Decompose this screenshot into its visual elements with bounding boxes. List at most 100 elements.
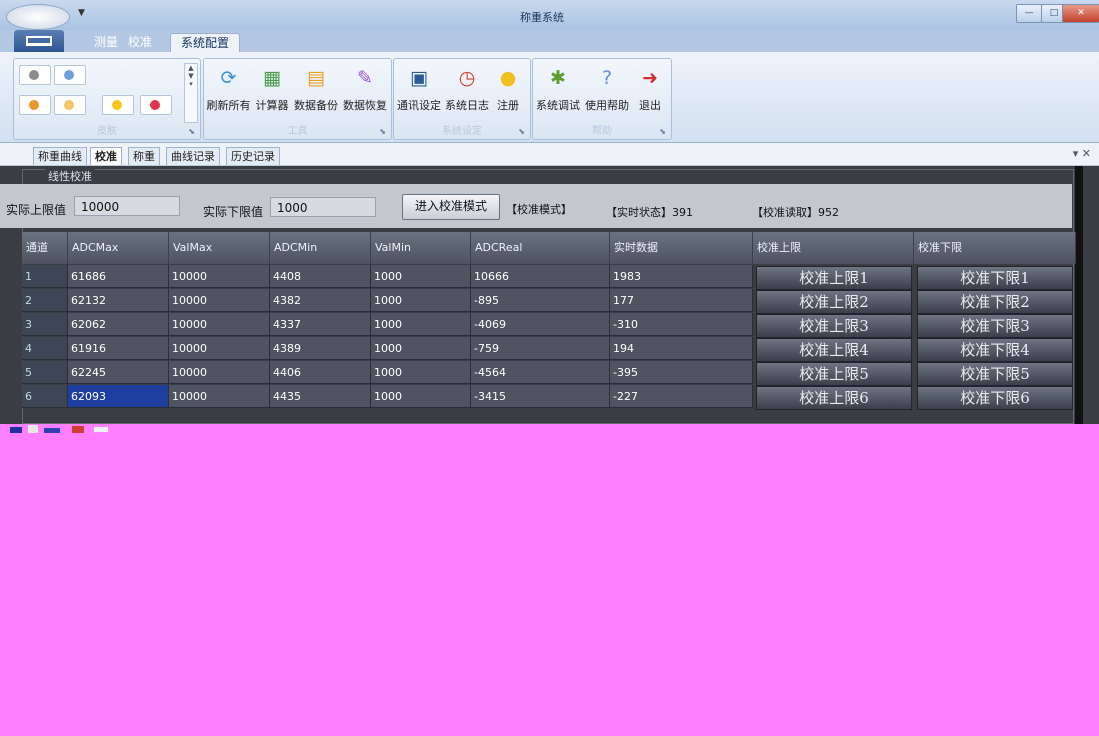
- calibrate-upper-button[interactable]: 校准上限3: [756, 314, 912, 338]
- calibrate-lower-button[interactable]: 校准下限4: [917, 338, 1073, 362]
- file-menu-button[interactable]: [14, 30, 64, 52]
- cell-adcmax[interactable]: 62132: [68, 289, 169, 312]
- ribbon-tab-system-config[interactable]: 系统配置: [170, 33, 241, 53]
- cell-valmin[interactable]: 1000: [371, 361, 471, 384]
- refresh-all-button[interactable]: ⟳ 刷新所有: [206, 65, 251, 119]
- doc-tab-weighing[interactable]: 称重: [128, 147, 160, 165]
- cell-adcmin[interactable]: 4337: [270, 313, 371, 336]
- cell-valmax[interactable]: 10000: [169, 313, 270, 336]
- enter-calibration-mode-button[interactable]: 进入校准模式: [402, 194, 500, 220]
- data-restore-button[interactable]: ✎ 数据恢复: [342, 65, 388, 119]
- minimize-button[interactable]: —: [1016, 4, 1042, 23]
- cell-adcreal[interactable]: -759: [471, 337, 610, 360]
- system-debug-button[interactable]: ✱ 系统调试: [535, 65, 581, 119]
- col-header-channel[interactable]: 通道: [22, 232, 68, 264]
- group-launcher-icon[interactable]: ⬊: [518, 127, 525, 136]
- cell-realtime[interactable]: -310: [610, 313, 753, 336]
- cell-valmin[interactable]: 1000: [371, 313, 471, 336]
- col-header-lower[interactable]: 校准下限: [914, 232, 1076, 264]
- cell-realtime[interactable]: -227: [610, 385, 753, 408]
- col-header-upper[interactable]: 校准上限: [753, 232, 914, 264]
- skin-swatch-3[interactable]: [19, 95, 51, 115]
- cell-realtime[interactable]: 194: [610, 337, 753, 360]
- ribbon-tab-calibrate[interactable]: 校准: [118, 33, 162, 52]
- cell-channel[interactable]: 1: [22, 265, 68, 288]
- vertical-scrollbar[interactable]: [1075, 166, 1083, 424]
- cell-channel[interactable]: 2: [22, 289, 68, 312]
- cell-realtime[interactable]: 177: [610, 289, 753, 312]
- table-row[interactable]: 4 61916 10000 4389 1000 -759 194 校准上限4 校…: [22, 337, 1076, 362]
- calibrate-upper-button[interactable]: 校准上限2: [756, 290, 912, 314]
- calculator-button[interactable]: ▦ 计算器: [254, 65, 290, 119]
- group-launcher-icon[interactable]: ⬊: [188, 127, 195, 136]
- cell-valmin[interactable]: 1000: [371, 265, 471, 288]
- cell-adcmax[interactable]: 62093: [68, 385, 169, 408]
- cell-adcmax[interactable]: 61916: [68, 337, 169, 360]
- cell-adcmin[interactable]: 4408: [270, 265, 371, 288]
- cell-channel[interactable]: 6: [22, 385, 68, 408]
- cell-adcmax[interactable]: 62245: [68, 361, 169, 384]
- doc-tab-curve-record[interactable]: 曲线记录: [166, 147, 220, 165]
- exit-button[interactable]: ➜ 退出: [635, 65, 665, 119]
- doc-tab-menu-close-icon[interactable]: ▾ ✕: [1073, 147, 1091, 160]
- cell-adcmin[interactable]: 4382: [270, 289, 371, 312]
- col-header-valmin[interactable]: ValMin: [371, 232, 471, 264]
- cell-adcreal[interactable]: -3415: [471, 385, 610, 408]
- col-header-realtime[interactable]: 实时数据: [610, 232, 753, 264]
- table-row[interactable]: 6 62093 10000 4435 1000 -3415 -227 校准上限6…: [22, 385, 1076, 410]
- quick-access-dropdown-icon[interactable]: ▼: [78, 8, 85, 18]
- cell-adcmin[interactable]: 4406: [270, 361, 371, 384]
- calibrate-lower-button[interactable]: 校准下限1: [917, 266, 1073, 290]
- cell-channel[interactable]: 5: [22, 361, 68, 384]
- upper-limit-input[interactable]: 10000: [74, 196, 180, 216]
- col-header-adcmin[interactable]: ADCMin: [270, 232, 371, 264]
- cell-valmin[interactable]: 1000: [371, 337, 471, 360]
- cell-adcreal[interactable]: 10666: [471, 265, 610, 288]
- cell-valmin[interactable]: 1000: [371, 289, 471, 312]
- data-backup-button[interactable]: ▤ 数据备份: [293, 65, 339, 119]
- table-row[interactable]: 1 61686 10000 4408 1000 10666 1983 校准上限1…: [22, 265, 1076, 290]
- cell-valmax[interactable]: 10000: [169, 337, 270, 360]
- register-button[interactable]: ● 注册: [493, 65, 523, 119]
- table-row[interactable]: 3 62062 10000 4337 1000 -4069 -310 校准上限3…: [22, 313, 1076, 338]
- app-menu-orb[interactable]: [6, 4, 70, 30]
- doc-tab-history[interactable]: 历史记录: [226, 147, 280, 165]
- cell-valmax[interactable]: 10000: [169, 265, 270, 288]
- group-launcher-icon[interactable]: ⬊: [379, 127, 386, 136]
- col-header-adcreal[interactable]: ADCReal: [471, 232, 610, 264]
- table-row[interactable]: 5 62245 10000 4406 1000 -4564 -395 校准上限5…: [22, 361, 1076, 386]
- skin-swatch-6[interactable]: [140, 95, 172, 115]
- calibrate-lower-button[interactable]: 校准下限2: [917, 290, 1073, 314]
- skin-swatch-1[interactable]: [19, 65, 51, 85]
- calibrate-lower-button[interactable]: 校准下限6: [917, 386, 1073, 410]
- cell-channel[interactable]: 4: [22, 337, 68, 360]
- usage-help-button[interactable]: ? 使用帮助: [584, 65, 630, 119]
- calibrate-upper-button[interactable]: 校准上限6: [756, 386, 912, 410]
- cell-valmax[interactable]: 10000: [169, 361, 270, 384]
- system-log-button[interactable]: ◷ 系统日志: [444, 65, 490, 119]
- cell-adcmax[interactable]: 61686: [68, 265, 169, 288]
- doc-tab-weighing-curve[interactable]: 称重曲线: [33, 147, 87, 165]
- doc-tab-calibrate[interactable]: 校准: [90, 147, 122, 165]
- cell-adcreal[interactable]: -4564: [471, 361, 610, 384]
- skin-swatch-2[interactable]: [54, 65, 86, 85]
- cell-adcreal[interactable]: -895: [471, 289, 610, 312]
- skin-swatch-4[interactable]: [54, 95, 86, 115]
- cell-valmax[interactable]: 10000: [169, 385, 270, 408]
- comm-settings-button[interactable]: ▣ 通讯设定: [396, 65, 442, 119]
- cell-adcmax[interactable]: 62062: [68, 313, 169, 336]
- cell-valmax[interactable]: 10000: [169, 289, 270, 312]
- cell-valmin[interactable]: 1000: [371, 385, 471, 408]
- skin-gallery-scroll[interactable]: ▲ ▼ ▾: [184, 63, 198, 123]
- cell-realtime[interactable]: -395: [610, 361, 753, 384]
- calibrate-upper-button[interactable]: 校准上限1: [756, 266, 912, 290]
- cell-channel[interactable]: 3: [22, 313, 68, 336]
- group-launcher-icon[interactable]: ⬊: [659, 127, 666, 136]
- calibrate-lower-button[interactable]: 校准下限5: [917, 362, 1073, 386]
- col-header-adcmax[interactable]: ADCMax: [68, 232, 169, 264]
- calibrate-lower-button[interactable]: 校准下限3: [917, 314, 1073, 338]
- calibrate-upper-button[interactable]: 校准上限5: [756, 362, 912, 386]
- lower-limit-input[interactable]: 1000: [270, 197, 376, 217]
- col-header-valmax[interactable]: ValMax: [169, 232, 270, 264]
- cell-realtime[interactable]: 1983: [610, 265, 753, 288]
